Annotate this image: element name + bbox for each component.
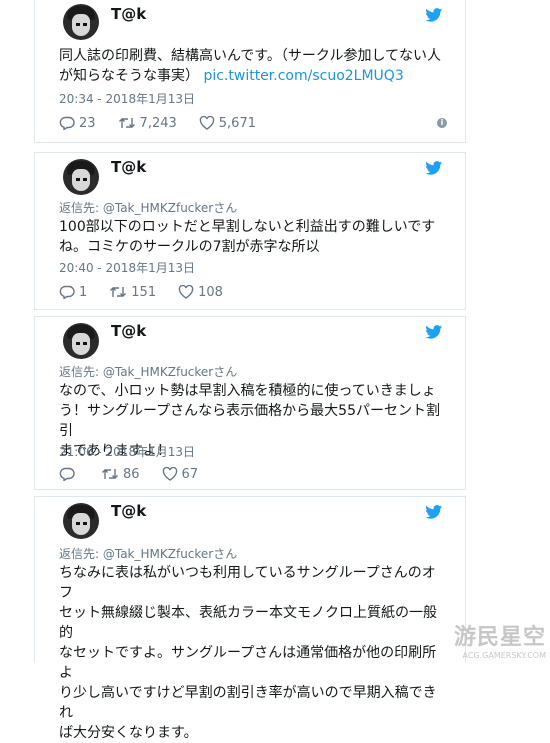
avatar[interactable] <box>63 4 99 40</box>
like-button[interactable]: 108 <box>178 285 223 300</box>
avatar[interactable] <box>63 503 99 539</box>
retweet-button[interactable]: 7,243 <box>118 116 177 131</box>
watermark-logo: 游民星空 <box>453 625 546 650</box>
reply-count: 23 <box>79 115 96 131</box>
reply-icon <box>59 116 75 130</box>
like-button[interactable]: 67 <box>162 466 199 482</box>
reply-button[interactable] <box>59 467 79 481</box>
twitter-bird-icon <box>425 161 443 175</box>
retweet-count: 86 <box>123 466 140 482</box>
reply-to-handle[interactable]: @Tak_HMKZfuckerさん <box>103 365 237 379</box>
retweet-button[interactable]: 86 <box>101 467 140 482</box>
timestamp[interactable]: 20:34 - 2018年1月13日 <box>59 90 195 107</box>
reply-to: 返信先: @Tak_HMKZfuckerさん <box>59 201 238 215</box>
timestamp[interactable]: 21:06 - 2018年1月13日 <box>59 443 195 460</box>
tweet-3: T@k 返信先: @Tak_HMKZfuckerさん なので、小ロット勢は早割入… <box>34 316 466 490</box>
watermark-url: ACG.GAMERSKY.COM <box>462 651 546 660</box>
tweet-2: T@k 返信先: @Tak_HMKZfuckerさん 100部以下のロットだと早… <box>34 152 466 310</box>
action-bar: 23 7,243 5,671 <box>59 114 278 132</box>
like-count: 5,671 <box>218 115 256 131</box>
like-count: 108 <box>198 284 223 300</box>
twitter-bird-icon <box>425 325 443 339</box>
author-name[interactable]: T@k <box>111 5 146 23</box>
watermark: 游民星空 ACG.GAMERSKY.COM <box>454 619 546 660</box>
tweet-text: 同人誌の印刷費、結構高いんです。（サークル参加してない人 が知らなそうな事実） … <box>59 48 442 84</box>
author-name[interactable]: T@k <box>111 158 146 176</box>
reply-button[interactable]: 1 <box>59 285 87 300</box>
retweet-icon <box>102 469 118 479</box>
tweet-4: T@k 返信先: @Tak_HMKZfuckerさん ちなみに表は私がいつも利用… <box>34 496 466 741</box>
retweet-icon <box>118 118 135 128</box>
retweet-count: 7,243 <box>139 115 177 131</box>
action-bar: 86 67 <box>59 465 220 483</box>
twitter-bird-icon <box>425 8 443 22</box>
author-name[interactable]: T@k <box>111 502 146 520</box>
heart-icon <box>199 116 214 130</box>
author-name[interactable]: T@k <box>111 322 146 340</box>
media-link[interactable]: pic.twitter.com/scuo2LMUQ3 <box>203 68 403 84</box>
heart-icon <box>178 285 194 299</box>
reply-to-handle[interactable]: @Tak_HMKZfuckerさん <box>103 201 237 215</box>
retweet-button[interactable]: 151 <box>109 285 156 300</box>
reply-icon <box>59 285 75 299</box>
reply-icon <box>59 467 75 481</box>
tweet-text: 100部以下のロットだと早割しないと利益出すの難しいです ね。コミケのサークルの… <box>59 219 436 255</box>
tweet-text: ちなみに表は私がいつも利用しているサングループさんのオフ セット無線綴じ製本、表… <box>59 565 437 741</box>
like-count: 67 <box>181 466 199 482</box>
reply-count: 1 <box>79 284 88 300</box>
timestamp[interactable]: 20:40 - 2018年1月13日 <box>59 259 195 276</box>
reply-to-handle[interactable]: @Tak_HMKZfuckerさん <box>103 547 237 561</box>
heart-icon <box>162 467 177 481</box>
info-icon[interactable]: i <box>437 118 447 128</box>
reply-to: 返信先: @Tak_HMKZfuckerさん <box>59 365 238 379</box>
avatar[interactable] <box>63 159 99 195</box>
tweet-1: T@k 同人誌の印刷費、結構高いんです。（サークル参加してない人 が知らなそうな… <box>34 0 466 143</box>
like-button[interactable]: 5,671 <box>199 116 256 131</box>
twitter-bird-icon <box>425 505 443 519</box>
reply-to: 返信先: @Tak_HMKZfuckerさん <box>59 547 238 561</box>
action-bar: 1 151 108 <box>59 283 245 301</box>
avatar[interactable] <box>63 323 99 359</box>
retweet-count: 151 <box>131 284 157 300</box>
reply-button[interactable]: 23 <box>59 116 96 131</box>
retweet-icon <box>110 287 127 297</box>
